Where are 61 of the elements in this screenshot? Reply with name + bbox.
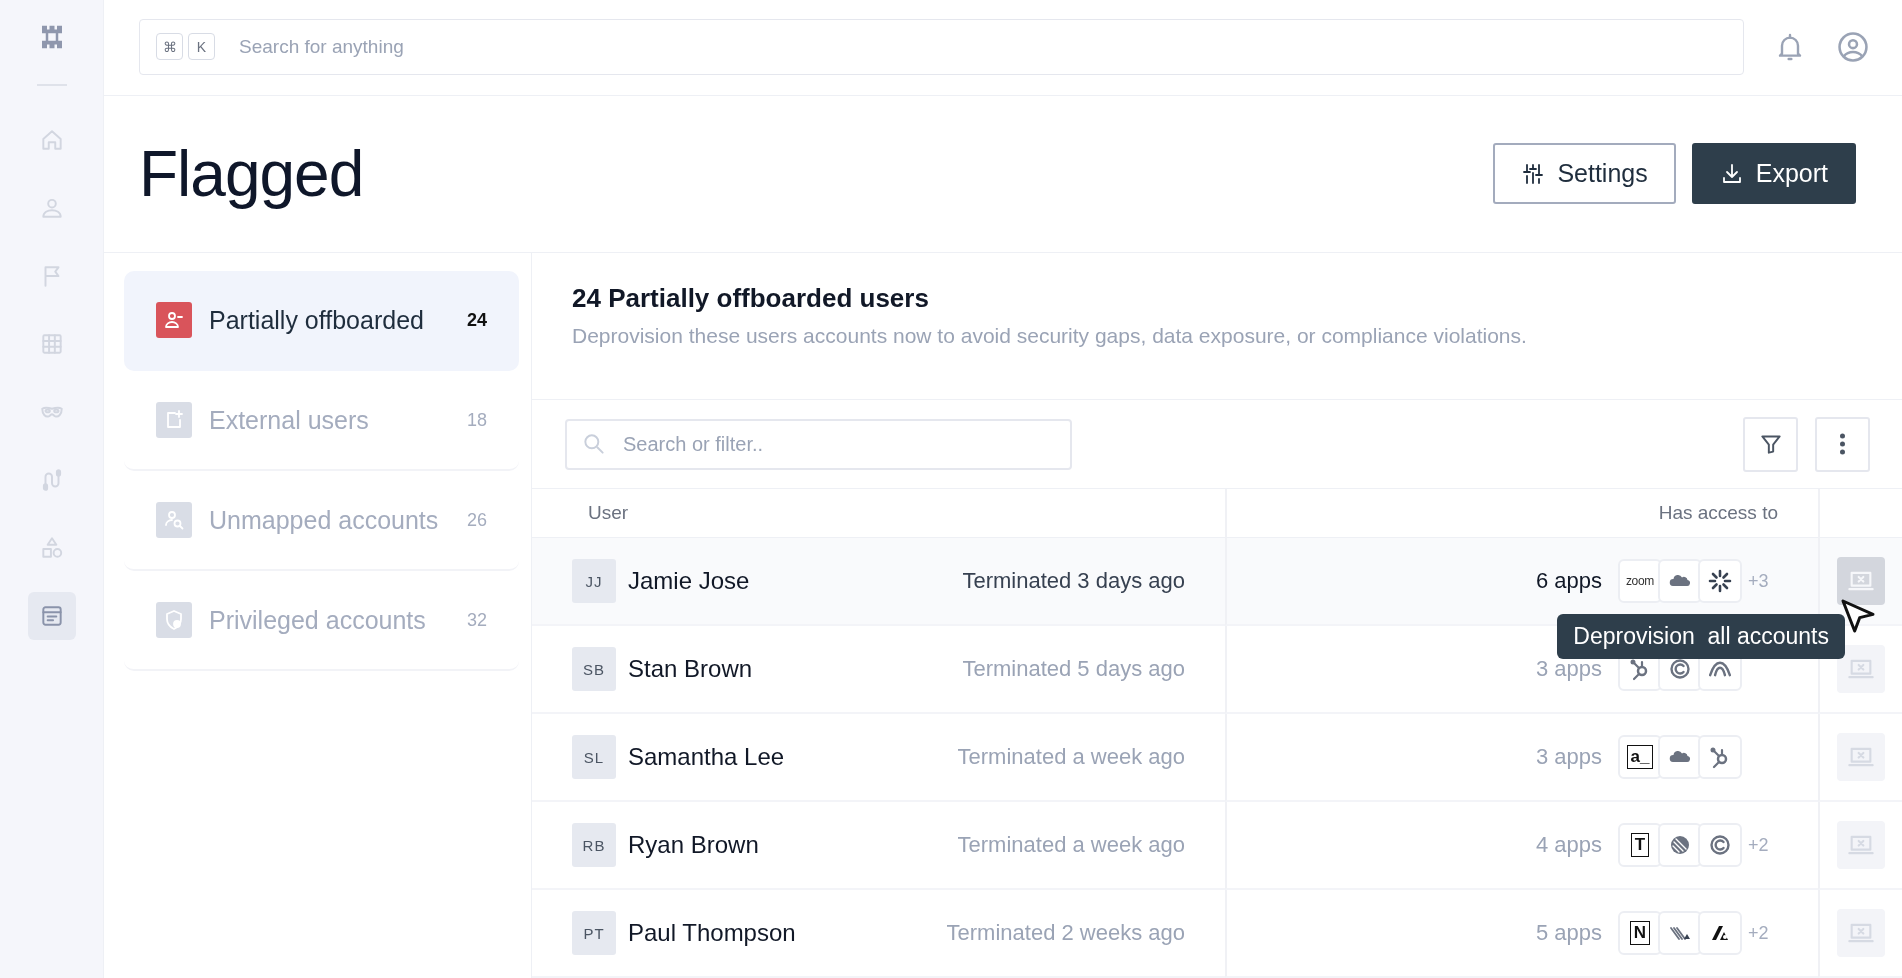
avatar: RB <box>572 823 616 867</box>
filter-button[interactable] <box>1743 416 1798 472</box>
count: 18 <box>466 409 487 431</box>
export-button[interactable]: Export <box>1691 143 1856 205</box>
filter-field[interactable]: Search or filter.. <box>565 418 1072 470</box>
more-button[interactable] <box>1815 416 1870 472</box>
table-row[interactable]: PT Paul Thompson Terminated 2 weeks ago <box>532 890 1225 978</box>
avatar: JJ <box>572 559 616 603</box>
column-header: Has access to <box>1658 502 1778 524</box>
count: 32 <box>466 609 487 631</box>
termination-status: Terminated a week ago <box>957 744 1185 770</box>
sliders-icon <box>1521 161 1546 186</box>
termination-status: Terminated 3 days ago <box>962 568 1185 594</box>
user-name: Stan Brown <box>628 655 754 683</box>
count: 26 <box>466 509 487 531</box>
app-letter-logo: T <box>1618 823 1662 867</box>
section-description: Deprovision these users accounts now to avoid security gaps, data exposure, or compliance violations. <box>572 324 1528 348</box>
more-count: +2 <box>1748 834 1770 856</box>
more-count: +2 <box>1748 922 1770 944</box>
user-name: Paul Thompson <box>628 919 797 947</box>
termination-status: Terminated 2 weeks ago <box>946 920 1185 946</box>
app-letter-logo: N <box>1618 911 1662 955</box>
avatar: SB <box>572 647 616 691</box>
ring-icon <box>1708 833 1732 857</box>
table-row[interactable]: SB Stan Brown Terminated 5 days ago <box>532 626 1225 714</box>
more-icon <box>1840 433 1845 455</box>
termination-status: Terminated a week ago <box>957 832 1185 858</box>
shortcut-key: ⌘ <box>156 33 183 61</box>
app-count: 3 apps <box>1535 744 1602 770</box>
table-row[interactable]: JJ Jamie Jose Terminated 3 days ago <box>532 538 1225 626</box>
app-count: 5 apps <box>1535 920 1602 946</box>
termination-status: Terminated 5 days ago <box>962 656 1185 682</box>
settings-button[interactable]: Settings <box>1493 143 1676 205</box>
tooltip: Deprovision all accounts <box>1557 614 1845 659</box>
user-search-icon <box>162 508 186 532</box>
page-title: Flagged <box>139 136 365 211</box>
nav-item[interactable] <box>27 592 76 640</box>
column-header: User <box>588 502 629 524</box>
table-row[interactable]: RB Ryan Brown Terminated a week ago <box>532 802 1225 890</box>
arcs-icon <box>1708 661 1732 677</box>
section-title: 24 Partially offboarded users <box>572 283 930 314</box>
app-wordmark: zoom <box>1618 559 1662 603</box>
deprovision-button[interactable] <box>1837 645 1885 693</box>
app-count: 6 apps <box>1535 568 1602 594</box>
shortcut-key: K <box>188 33 215 61</box>
account-icon[interactable] <box>1836 30 1870 65</box>
striped-ball-icon <box>1668 833 1692 857</box>
app-count: 4 apps <box>1535 832 1602 858</box>
more-count: +3 <box>1748 570 1770 592</box>
avatar: SL <box>572 735 616 779</box>
category-item[interactable]: Partially offboarded 24 <box>124 271 519 371</box>
avatar: PT <box>572 911 616 955</box>
burst-icon <box>1708 569 1732 593</box>
app-letter-logo: a_ <box>1618 735 1662 779</box>
count: 24 <box>466 309 487 331</box>
table-row[interactable]: SL Samantha Lee Terminated a week ago <box>532 714 1225 802</box>
ring-icon <box>1668 657 1692 681</box>
app-count: 3 apps <box>1535 656 1602 682</box>
user-name: Jamie Jose <box>628 567 751 595</box>
user-name: Ryan Brown <box>628 831 760 859</box>
user-name: Samantha Lee <box>628 743 786 771</box>
